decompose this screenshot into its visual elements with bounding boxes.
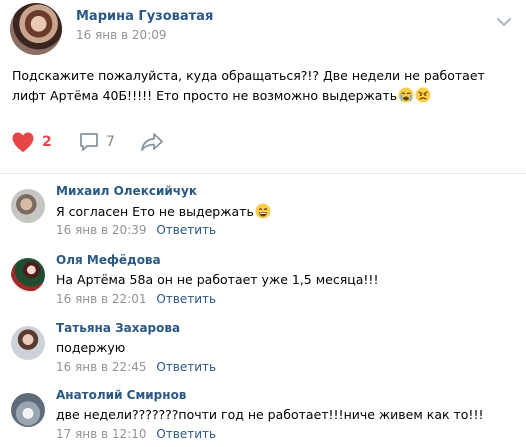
comment-date[interactable]: 16 янв в 22:45	[56, 360, 147, 374]
post-text: Подскажите пожалуйста, куда обращаться?!…	[12, 66, 518, 106]
commenter-avatar[interactable]	[11, 189, 45, 223]
comment-author[interactable]: Анатолий Смирнов	[56, 388, 186, 402]
comment-meta: 16 янв в 20:39 Ответить	[56, 223, 216, 237]
heart-icon	[12, 132, 34, 152]
comment-button[interactable]: 7	[79, 126, 115, 158]
comment-icon	[80, 133, 98, 151]
comment-text: На Артёма 58а он не работает уже 1,5 мес…	[56, 272, 379, 287]
share-icon	[141, 133, 163, 151]
reply-button[interactable]: Ответить	[156, 223, 216, 237]
grinning-face-icon	[255, 203, 271, 219]
reply-button[interactable]: Ответить	[156, 292, 216, 306]
commenter-avatar[interactable]	[11, 258, 45, 292]
commenter-avatar[interactable]	[11, 326, 45, 360]
comment-date[interactable]: 17 янв в 12:10	[56, 427, 147, 441]
commenter-avatar[interactable]	[11, 393, 45, 427]
comment-meta: 16 янв в 22:01 Ответить	[56, 292, 216, 306]
comment-author[interactable]: Михаил Олексийчук	[56, 184, 197, 198]
comment-date[interactable]: 16 янв в 20:39	[56, 223, 147, 237]
comment-date[interactable]: 16 янв в 22:01	[56, 292, 147, 306]
author-avatar[interactable]	[10, 3, 62, 55]
comment-item: Анатолий Смирнов две недели???????почти …	[0, 385, 526, 447]
comment-item: Михаил Олексийчук Я согласен Ето не выде…	[0, 181, 526, 245]
comment-count: 7	[106, 134, 115, 150]
comment-meta: 16 янв в 22:45 Ответить	[56, 360, 216, 374]
comment-item: Оля Мефёдова На Артёма 58а он не работае…	[0, 250, 526, 314]
angry-face-icon	[415, 87, 431, 103]
like-count: 2	[42, 134, 52, 150]
menu-chevron-icon[interactable]	[495, 16, 513, 28]
comment-author[interactable]: Оля Мефёдова	[56, 253, 161, 267]
crying-face-icon	[398, 87, 414, 103]
comment-text: две недели???????почти год не работает!!…	[56, 407, 484, 422]
comments-divider	[0, 173, 526, 174]
comment-meta: 17 янв в 12:10 Ответить	[56, 427, 216, 441]
reply-button[interactable]: Ответить	[156, 427, 216, 441]
comment-author[interactable]: Татьяна Захарова	[56, 321, 180, 335]
comment-text-line: Я согласен Ето не выдержать	[56, 203, 271, 219]
post-header: Марина Гузоватая 16 янв в 20:09	[0, 0, 526, 60]
comment-text: подержую	[56, 340, 126, 355]
post-date[interactable]: 16 янв в 20:09	[76, 28, 167, 42]
post-actions: 2 7	[0, 126, 526, 158]
post-author-name[interactable]: Марина Гузоватая	[76, 9, 213, 24]
comment-text: Я согласен Ето не выдержать	[56, 204, 254, 219]
share-button[interactable]	[140, 126, 164, 158]
comment-item: Татьяна Захарова подержую 16 янв в 22:45…	[0, 318, 526, 382]
reply-button[interactable]: Ответить	[156, 360, 216, 374]
like-button[interactable]: 2	[11, 126, 52, 158]
